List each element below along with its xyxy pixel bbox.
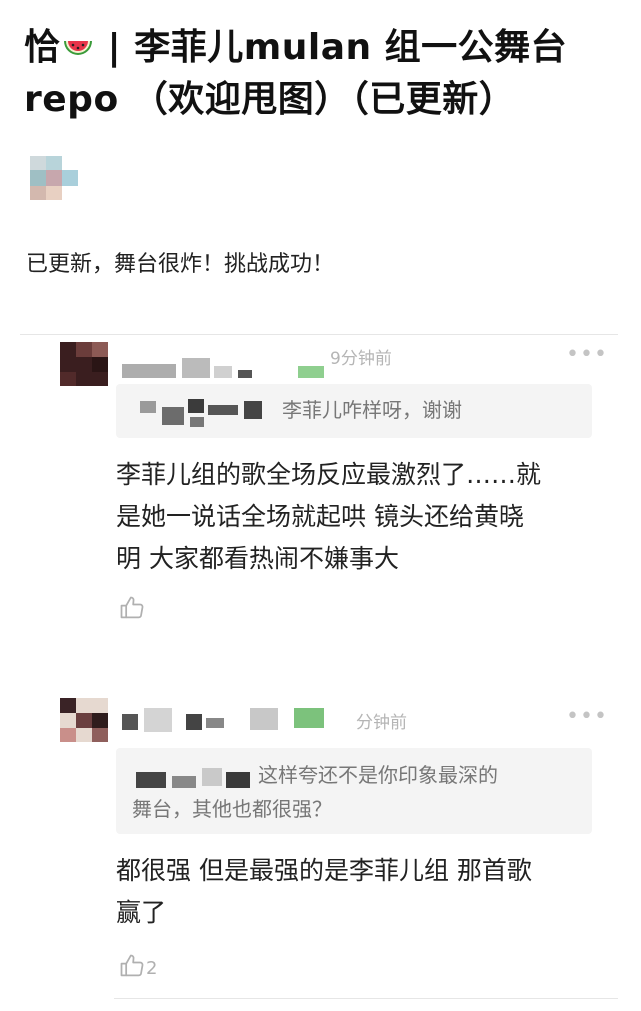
comment-line: 是她一说话全场就起哄 镜头还给黄晓 xyxy=(116,502,524,531)
quoted-user-blurred xyxy=(132,397,282,427)
comment-time: 分钟前 xyxy=(356,713,407,733)
section-divider xyxy=(20,334,618,335)
comment-time: 9分钟前 xyxy=(330,349,392,369)
title-line2: repo （欢迎甩图）（已更新） xyxy=(24,79,516,120)
comment-line: 李菲儿组的歌全场反应最激烈了……就 xyxy=(116,460,542,489)
commenter-name-blurred[interactable] xyxy=(122,356,342,380)
watermelon-icon xyxy=(61,26,95,60)
commenter-avatar[interactable] xyxy=(60,698,108,742)
comment-body: 都很强 但是最强的是李菲儿组 那首歌 赢了 xyxy=(116,850,616,934)
thumbs-up-icon xyxy=(118,954,146,979)
title-prefix: 恰 xyxy=(24,27,61,68)
commenter-avatar[interactable] xyxy=(60,342,108,386)
comment-divider xyxy=(114,998,618,999)
like-count: 2 xyxy=(146,958,158,979)
like-button[interactable]: 2 xyxy=(118,952,157,980)
comment-line: 赢了 xyxy=(116,898,167,927)
quoted-text-line: 舞台，其他也都很强？ xyxy=(132,797,332,821)
quoted-reply[interactable]: 这样夸还不是你印象最深的 舞台，其他也都很强？ xyxy=(116,748,592,834)
comment-line: 明 大家都看热闹不嫌事大 xyxy=(116,544,399,573)
post-body: 已更新，舞台很炸！挑战成功！ xyxy=(26,252,335,277)
author-avatar[interactable] xyxy=(30,156,94,200)
quoted-user-blurred xyxy=(132,764,258,790)
post-title: 恰 | 李菲儿mulan 组一公舞台 repo （欢迎甩图）（已更新） xyxy=(24,22,624,126)
quoted-reply[interactable]: 李菲儿咋样呀，谢谢 xyxy=(116,384,592,438)
title-line1-rest: | 李菲儿mulan 组一公舞台 xyxy=(94,27,568,68)
like-button[interactable] xyxy=(118,594,146,622)
comment-line: 都很强 但是最强的是李菲儿组 那首歌 xyxy=(116,856,532,885)
quoted-text-line: 这样夸还不是你印象最深的 xyxy=(258,763,498,787)
thumbs-up-icon xyxy=(118,596,146,621)
commenter-name-blurred[interactable] xyxy=(122,708,342,732)
quoted-text: 李菲儿咋样呀，谢谢 xyxy=(282,398,462,422)
comment-body: 李菲儿组的歌全场反应最激烈了……就 是她一说话全场就起哄 镜头还给黄晓 明 大家… xyxy=(116,454,616,580)
more-dots-icon[interactable]: ••• xyxy=(566,344,608,366)
more-dots-icon[interactable]: ••• xyxy=(566,706,608,728)
